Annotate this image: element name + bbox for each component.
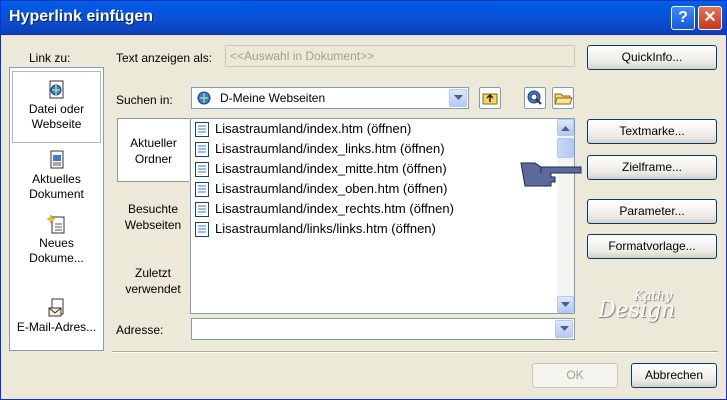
cancel-button[interactable]: Abbrechen xyxy=(631,363,717,388)
link-to-new-document-label: Neues Dokume... xyxy=(29,236,84,265)
title-bar: Hyperlink einfügen ? ✕ xyxy=(1,1,726,35)
html-file-icon xyxy=(195,202,209,217)
globe-search-icon xyxy=(527,90,542,105)
file-name: Lisastraumland/index_rechts.htm (öffnen) xyxy=(215,201,454,216)
look-in-dropdown-button[interactable] xyxy=(449,89,467,107)
link-to-current-document-label: Aktuelles Dokument xyxy=(29,172,84,201)
chevron-up-icon xyxy=(561,126,570,131)
look-in-value: D-Meine Webseiten xyxy=(220,91,326,105)
target-frame-button[interactable]: Zielframe... xyxy=(587,155,717,180)
link-to-bar: Datei oder Webseite Aktuelles Dokument N… xyxy=(9,67,104,351)
file-name: Lisastraumland/index_oben.htm (öffnen) xyxy=(215,181,448,196)
separator xyxy=(112,351,718,353)
file-name: Lisastraumland/index_mitte.htm (öffnen) xyxy=(215,161,447,176)
parameters-button[interactable]: Parameter... xyxy=(587,199,717,224)
tab-recent-files[interactable]: Zuletzt verwendet xyxy=(117,263,189,303)
tab-current-folder[interactable]: Aktueller Ordner xyxy=(117,118,189,182)
html-file-icon xyxy=(195,222,209,237)
file-name: Lisastraumland/index.htm (öffnen) xyxy=(215,121,412,136)
window-title: Hyperlink einfügen xyxy=(9,8,154,25)
new-document-icon xyxy=(46,214,64,234)
address-field[interactable] xyxy=(191,318,575,340)
web-folder-icon xyxy=(197,91,211,105)
help-button[interactable]: ? xyxy=(671,6,695,30)
address-label: Adresse: xyxy=(116,323,164,337)
email-icon xyxy=(48,298,63,317)
link-to-label: Link zu: xyxy=(29,51,71,65)
tab-browsed-pages[interactable]: Besuchte Webseiten xyxy=(117,197,189,237)
document-icon xyxy=(50,150,63,169)
link-to-current-document[interactable]: Aktuelles Dokument xyxy=(12,150,101,208)
style-button[interactable]: Formatvorlage... xyxy=(587,234,717,259)
quickinfo-button[interactable]: QuickInfo... xyxy=(587,45,717,70)
display-text-label: Text anzeigen als: xyxy=(116,51,213,65)
pointing-hand-icon xyxy=(520,162,582,187)
address-dropdown-button[interactable] xyxy=(555,320,573,338)
open-folder-icon xyxy=(554,93,573,105)
chevron-down-icon xyxy=(561,302,570,307)
up-folder-icon xyxy=(482,93,498,105)
look-in-label: Suchen in: xyxy=(116,93,173,107)
link-to-file-label: Datei oder Webseite xyxy=(28,102,85,131)
html-file-icon xyxy=(195,142,209,157)
globe-document-icon xyxy=(49,80,63,99)
browse-file-button[interactable] xyxy=(552,87,574,109)
link-to-new-document[interactable]: Neues Dokume... xyxy=(12,214,101,272)
watermark-line2: Design xyxy=(598,298,676,323)
html-file-icon xyxy=(195,162,209,177)
chevron-down-icon xyxy=(454,95,463,100)
html-file-icon xyxy=(195,122,209,137)
html-file-icon xyxy=(195,182,209,197)
scroll-up-button[interactable] xyxy=(557,119,574,136)
link-to-email[interactable]: E-Mail-Adres... xyxy=(12,298,101,348)
file-name: Lisastraumland/links/links.htm (öffnen) xyxy=(215,221,436,236)
close-button[interactable]: ✕ xyxy=(698,6,722,30)
link-to-email-label: E-Mail-Adres... xyxy=(16,320,97,334)
browse-web-button[interactable] xyxy=(524,87,546,109)
look-in-dropdown[interactable]: D-Meine Webseiten xyxy=(191,87,469,109)
hyperlink-dialog: Hyperlink einfügen ? ✕ Link zu: Datei od… xyxy=(0,0,727,400)
chevron-down-icon xyxy=(560,326,569,331)
watermark-logo: Kathy Design xyxy=(598,289,675,323)
file-list[interactable]: Lisastraumland/index.htm (öffnen) Lisast… xyxy=(190,118,575,314)
up-folder-button[interactable] xyxy=(479,87,501,109)
bookmark-button[interactable]: Textmarke... xyxy=(587,119,717,144)
scroll-down-button[interactable] xyxy=(557,296,574,313)
ok-button[interactable]: OK xyxy=(532,363,618,388)
display-text-field[interactable]: <<Auswahl in Dokument>> xyxy=(225,45,575,67)
link-to-file-or-webpage[interactable]: Datei oder Webseite xyxy=(12,71,101,143)
file-name: Lisastraumland/index_links.htm (öffnen) xyxy=(215,141,445,156)
file-list-scrollbar[interactable] xyxy=(557,119,574,313)
